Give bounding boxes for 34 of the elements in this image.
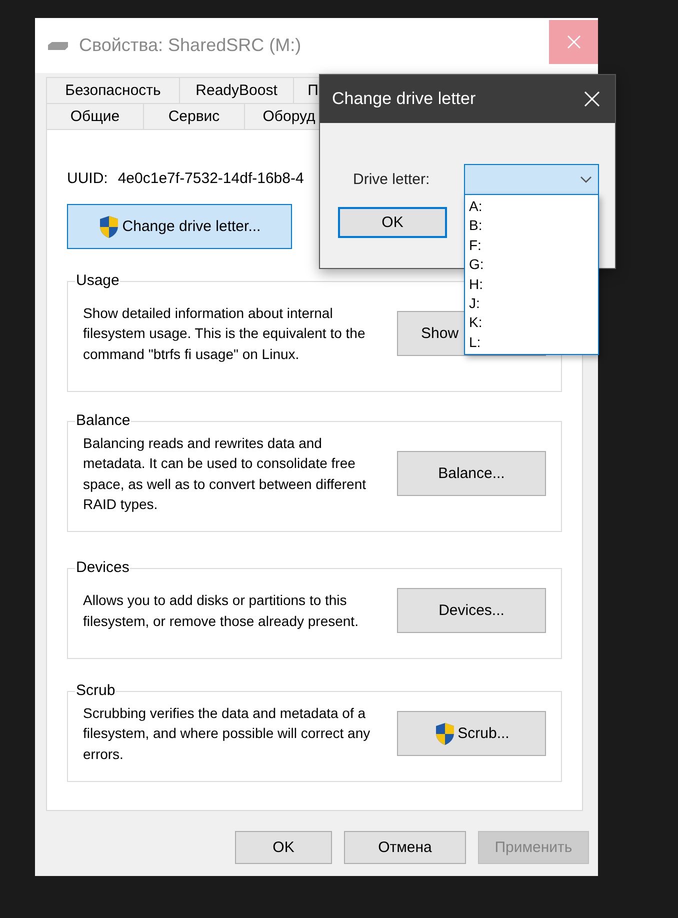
- chevron-down-icon: [580, 176, 592, 183]
- dialog-title: Change drive letter: [332, 89, 477, 109]
- shield-icon: [434, 722, 456, 746]
- dropdown-option[interactable]: G:: [467, 255, 598, 275]
- dropdown-option[interactable]: F:: [467, 236, 598, 256]
- group-action-button[interactable]: Balance...: [397, 451, 546, 496]
- group-title: Usage: [75, 272, 120, 290]
- close-icon: [566, 35, 580, 49]
- drive-letter-dropdown[interactable]: [464, 164, 599, 195]
- tab[interactable]: Общие: [46, 103, 144, 129]
- dropdown-option[interactable]: J:: [467, 294, 598, 314]
- close-icon: [584, 91, 600, 107]
- tab[interactable]: Безопасность: [46, 77, 180, 103]
- shield-icon: [98, 214, 120, 238]
- group-action-button[interactable]: Devices...: [397, 588, 546, 633]
- ok-button[interactable]: OK: [338, 207, 447, 238]
- dropdown-option[interactable]: B:: [467, 216, 598, 236]
- group-description: Balancing reads and rewrites data and metadata. It can be used to consolidate free space, as well as to convert between different RAID types.: [83, 434, 368, 514]
- group-description: Allows you to add disks or partitions to this filesystem, or remove those already present.: [83, 591, 360, 631]
- drive-icon: [47, 40, 69, 50]
- group-description: Show detailed information about internal filesystem usage. This is the equivalent to the command "btrfs fi usage" on Linux.: [83, 304, 366, 364]
- group-action-button[interactable]: Scrub...: [397, 711, 546, 756]
- field-label: Drive letter:: [353, 171, 431, 188]
- dialog-button[interactable]: OK: [235, 831, 332, 864]
- dropdown-option[interactable]: L:: [467, 332, 598, 352]
- dropdown-option[interactable]: A:: [467, 197, 598, 216]
- change-drive-letter-button[interactable]: Change drive letter...: [67, 204, 292, 249]
- group-description: Scrubbing verifies the data and metadata of a filesystem, and where possible will correct any errors.: [83, 704, 372, 764]
- dialog-button[interactable]: Отмена: [344, 831, 466, 864]
- uuid-label: UUID:: [67, 170, 108, 187]
- dropdown-option[interactable]: H:: [467, 274, 598, 294]
- window-title: Свойства: SharedSRC (M:): [79, 35, 302, 56]
- uuid-value: 4e0c1e7f-7532-14df-16b8-4: [118, 170, 304, 187]
- dropdown-option[interactable]: K:: [467, 313, 598, 333]
